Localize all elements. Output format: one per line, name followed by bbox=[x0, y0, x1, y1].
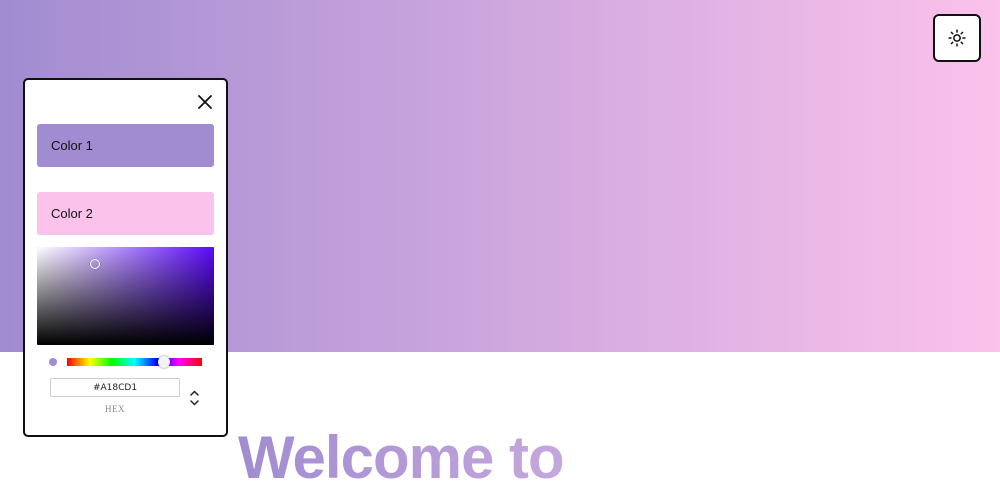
hue-slider[interactable] bbox=[67, 358, 202, 366]
gradient-picker-panel: Color 1 Color 2 HEX bbox=[23, 78, 228, 437]
color-preview-dot bbox=[49, 358, 57, 366]
chevron-up-down-icon bbox=[189, 390, 199, 406]
welcome-heading: Welcome to bbox=[238, 424, 565, 491]
value-black-layer bbox=[37, 247, 214, 345]
hex-input[interactable] bbox=[50, 378, 180, 397]
close-icon bbox=[198, 95, 212, 109]
theme-toggle-button[interactable] bbox=[933, 14, 981, 62]
color-1-swatch[interactable]: Color 1 bbox=[37, 124, 214, 167]
hue-slider-handle[interactable] bbox=[158, 356, 170, 368]
color-2-label: Color 2 bbox=[51, 206, 93, 221]
close-button[interactable] bbox=[195, 92, 215, 112]
saturation-value-area[interactable] bbox=[37, 247, 214, 345]
color-1-label: Color 1 bbox=[51, 138, 93, 153]
sun-icon bbox=[948, 29, 966, 47]
format-toggle-button[interactable] bbox=[188, 390, 200, 408]
hex-label: HEX bbox=[105, 404, 125, 414]
color-2-swatch[interactable]: Color 2 bbox=[37, 192, 214, 235]
saturation-handle[interactable] bbox=[90, 259, 100, 269]
